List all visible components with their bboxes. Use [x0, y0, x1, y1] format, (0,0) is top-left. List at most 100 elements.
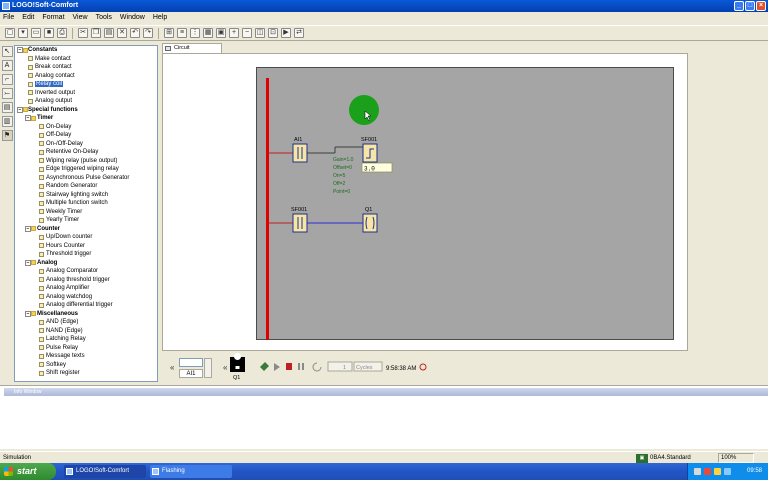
tree-item[interactable]: Analog Amplifier [15, 284, 157, 293]
security-icon[interactable] [704, 468, 711, 475]
new-icon[interactable]: ▢ [5, 28, 15, 38]
copy-icon[interactable]: ❐ [91, 28, 101, 38]
speaker-icon[interactable] [714, 468, 721, 475]
start-button[interactable]: start [0, 463, 56, 480]
align-icon[interactable]: ⊞ [164, 28, 174, 38]
tree-group[interactable]: − Analog [15, 259, 157, 268]
menu-help[interactable]: Help [153, 12, 167, 24]
align-v-icon[interactable]: ⋮ [190, 28, 200, 38]
menu-edit[interactable]: Edit [22, 12, 34, 24]
split-tool-icon[interactable]: ⤚ [1, 88, 13, 99]
transfer-icon[interactable]: ⇄ [294, 28, 304, 38]
menu-format[interactable]: Format [42, 12, 64, 24]
tree-item[interactable]: Asynchronous Pulse Generator [15, 174, 157, 183]
tree-item[interactable]: On-/Off-Delay [15, 140, 157, 149]
reset-icon[interactable] [312, 362, 322, 372]
zoom-in-icon[interactable]: + [229, 28, 239, 38]
tree-item[interactable]: Multiple function switch [15, 199, 157, 208]
tree-item[interactable]: Analog differential trigger [15, 301, 157, 310]
tree-item[interactable]: Hours Counter [15, 242, 157, 251]
q1-coil-block[interactable] [362, 213, 378, 233]
tree-item[interactable]: Inverted output [15, 89, 157, 98]
network-icon[interactable] [694, 468, 701, 475]
tree-group[interactable]: − Counter [15, 225, 157, 234]
zoom-out-icon[interactable]: − [242, 28, 252, 38]
menu-window[interactable]: Window [120, 12, 145, 24]
simulate-icon[interactable]: ▶ [281, 28, 291, 38]
tree-item[interactable]: Message texts [15, 352, 157, 361]
taskbar-item-flashing[interactable]: Flashing [150, 465, 232, 478]
tree-item[interactable]: Yearly Timer [15, 216, 157, 225]
tree-item[interactable]: Weekly Timer [15, 208, 157, 217]
open-icon[interactable]: ▭ [31, 28, 41, 38]
taskbar-item-logo[interactable]: LOGO!Soft-Comfort [64, 465, 146, 478]
collapse-outputs-icon[interactable]: « [223, 363, 228, 372]
tree-item[interactable]: On-Delay [15, 123, 157, 132]
dropdown-icon[interactable]: ▾ [18, 28, 28, 38]
menu-view[interactable]: View [73, 12, 88, 24]
ai1-input-field[interactable] [179, 358, 203, 367]
menu-tools[interactable]: Tools [96, 12, 112, 24]
tree-item[interactable]: Relay coil [15, 80, 157, 89]
sf001-threshold-block[interactable] [362, 143, 378, 163]
undo-icon[interactable]: ↶ [130, 28, 140, 38]
pause-icon[interactable] [298, 363, 300, 370]
constants-tool-icon[interactable]: ▤ [1, 102, 13, 113]
tree-item[interactable]: Up/Down counter [15, 233, 157, 242]
grid-icon[interactable]: ▦ [203, 28, 213, 38]
cut-icon[interactable]: ✂ [78, 28, 88, 38]
connect-tool-icon[interactable]: ⌐ [1, 74, 13, 85]
tree-item[interactable]: Retentive On-Delay [15, 148, 157, 157]
tree-item[interactable]: Make contact [15, 55, 157, 64]
collapse-inputs-icon[interactable]: « [170, 363, 175, 372]
tree-group[interactable]: − Constants [15, 46, 157, 55]
align-h-icon[interactable]: ≡ [177, 28, 187, 38]
menu-file[interactable]: File [3, 12, 14, 24]
tree-item[interactable]: Shift register [15, 369, 157, 378]
cycle-count-field[interactable] [327, 361, 353, 372]
tree-item[interactable]: NAND (Edge) [15, 327, 157, 336]
tree-item[interactable]: Analog threshold trigger [15, 276, 157, 285]
save-icon[interactable]: ■ [44, 28, 54, 38]
text-tool-icon[interactable]: A [1, 60, 13, 71]
stop-icon[interactable] [286, 363, 292, 370]
tree-item[interactable]: AND (Edge) [15, 318, 157, 327]
tab-circuit-diagram[interactable]: Circuit Diagram1.lld [162, 43, 222, 60]
clock-icon[interactable] [419, 363, 427, 371]
properties-icon[interactable]: ▣ [216, 28, 226, 38]
simulation-tool-icon[interactable]: ⚑ [1, 130, 13, 141]
print-icon[interactable]: ⎙ [57, 28, 67, 38]
pointer-icon[interactable]: ↖ [1, 46, 13, 57]
tree-item[interactable]: Softkey [15, 361, 157, 370]
zoom-page-icon[interactable]: ⊡ [268, 28, 278, 38]
tree-item[interactable]: Random Generator [15, 182, 157, 191]
tree-item[interactable]: Pulse Relay [15, 344, 157, 353]
tree-item[interactable]: Edge triggered wiping relay [15, 165, 157, 174]
redo-icon[interactable]: ↷ [143, 28, 153, 38]
paste-icon[interactable]: ▤ [104, 28, 114, 38]
tree-item[interactable]: Analog watchdog [15, 293, 157, 302]
zoom-fit-icon[interactable]: ◫ [255, 28, 265, 38]
tree-item[interactable]: Analog Comparator [15, 267, 157, 276]
tree-item[interactable]: Break contact [15, 63, 157, 72]
minimize-button[interactable]: _ [734, 1, 744, 11]
play-icon[interactable] [274, 363, 280, 371]
tree-item[interactable]: Latching Relay [15, 335, 157, 344]
tree-item[interactable]: Stairway lighting switch [15, 191, 157, 200]
ai1-block[interactable] [292, 143, 308, 163]
tree-group[interactable]: − Timer [15, 114, 157, 123]
functions-tool-icon[interactable]: ▥ [1, 116, 13, 127]
tree-item[interactable]: Analog output [15, 97, 157, 106]
tree-group[interactable]: − Special functions [15, 106, 157, 115]
close-button[interactable]: × [756, 1, 766, 11]
tree-item[interactable]: Analog contact [15, 72, 157, 81]
tree-item[interactable]: Threshold trigger [15, 250, 157, 259]
tray-app-icon[interactable] [724, 468, 731, 475]
delete-icon[interactable]: ✕ [117, 28, 127, 38]
ai1-spinner[interactable] [204, 358, 212, 378]
sf001-contact-block[interactable] [292, 213, 308, 233]
tree-item[interactable]: Wiping relay (pulse output) [15, 157, 157, 166]
maximize-button[interactable]: □ [745, 1, 755, 11]
tree-group[interactable]: − Miscellaneous [15, 310, 157, 319]
simulation-run-icon[interactable] [260, 362, 269, 371]
